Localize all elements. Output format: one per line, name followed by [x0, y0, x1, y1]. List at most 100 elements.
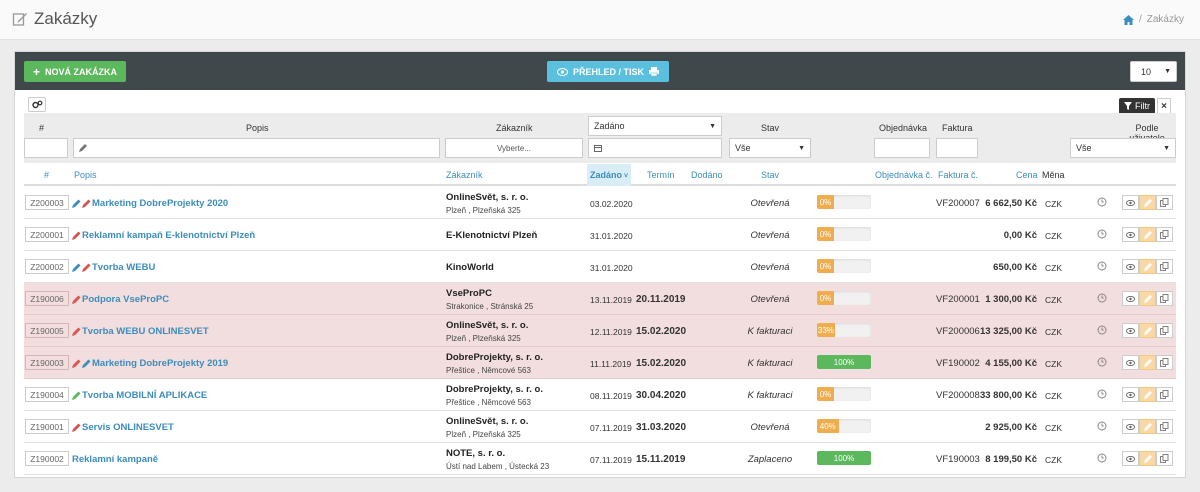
view-button[interactable]	[1122, 291, 1139, 306]
view-button[interactable]	[1122, 451, 1139, 466]
order-title-link[interactable]: Reklamní kampaň E-klenotnictví Plzeň	[72, 230, 255, 241]
filter-date-type-select[interactable]: Zadáno ▼	[588, 116, 722, 136]
table-row[interactable]: Z190001 Servis ONLINESVET OnlineSvět, s.…	[24, 411, 1176, 443]
copy-button[interactable]	[1156, 323, 1173, 338]
edit-button[interactable]	[1139, 387, 1156, 402]
copy-button[interactable]	[1156, 355, 1173, 370]
column-header-zadano[interactable]: Zadáno ˅	[587, 164, 631, 186]
edit-button[interactable]	[1139, 323, 1156, 338]
table-row[interactable]: Z190002 Reklamní kampaně NOTE, s. r. o. …	[24, 443, 1176, 475]
filter-order-input[interactable]	[874, 138, 930, 158]
clock-icon[interactable]	[1097, 453, 1107, 463]
gears-icon	[31, 100, 42, 109]
overview-print-button[interactable]: PŘEHLED / TISK	[547, 61, 670, 82]
clear-filter-button[interactable]: ×	[1157, 98, 1171, 114]
table-row[interactable]: Z190003 Marketing DobreProjekty 2019 Dob…	[24, 347, 1176, 379]
column-settings-button[interactable]	[28, 97, 46, 112]
filter-user-select[interactable]: Vše ▼	[1070, 138, 1176, 158]
table-row[interactable]: Z190004 Tvorba MOBILNÍ APLIKACE DobrePro…	[24, 379, 1176, 411]
copy-icon	[1160, 262, 1169, 271]
edit-button[interactable]	[1139, 195, 1156, 210]
clock-icon[interactable]	[1097, 421, 1107, 431]
clock-icon[interactable]	[1097, 261, 1107, 271]
view-button[interactable]	[1122, 227, 1139, 242]
copy-button[interactable]	[1156, 195, 1173, 210]
copy-button[interactable]	[1156, 387, 1173, 402]
copy-icon	[1160, 454, 1169, 463]
edit-button[interactable]	[1139, 259, 1156, 274]
progress-label: 33%	[817, 325, 834, 335]
clock-icon[interactable]	[1097, 197, 1107, 207]
column-header-popis[interactable]: Popis	[74, 170, 97, 180]
clock-icon[interactable]	[1097, 325, 1107, 335]
order-title-link[interactable]: Marketing DobreProjekty 2019	[72, 358, 228, 369]
filter-button[interactable]: Filtr	[1119, 98, 1155, 114]
home-icon[interactable]	[1122, 14, 1134, 25]
table-row[interactable]: Z190005 Tvorba WEBU ONLINESVET OnlineSvě…	[24, 315, 1176, 347]
view-button[interactable]	[1122, 259, 1139, 274]
order-code: Z200001	[25, 227, 69, 242]
currency: CZK	[1045, 423, 1062, 433]
column-header-zakaznik[interactable]: Zákazník	[446, 170, 483, 180]
clock-icon[interactable]	[1097, 293, 1107, 303]
order-title-link[interactable]: Tvorba MOBILNÍ APLIKACE	[72, 390, 207, 401]
new-order-label: NOVÁ ZAKÁZKA	[45, 66, 118, 77]
order-title-link[interactable]: Reklamní kampaně	[72, 454, 158, 465]
clock-icon[interactable]	[1097, 389, 1107, 399]
edit-button[interactable]	[1139, 227, 1156, 242]
orders-panel: + NOVÁ ZAKÁZKA PŘEHLED / TISK 10 ▼ Filtr…	[14, 51, 1186, 478]
currency: CZK	[1045, 359, 1062, 369]
order-price: 6 662,50 Kč	[985, 198, 1037, 209]
copy-button[interactable]	[1156, 259, 1173, 274]
clock-icon[interactable]	[1097, 357, 1107, 367]
table-row[interactable]: Z200001 Reklamní kampaň E-klenotnictví P…	[24, 219, 1176, 251]
pencil-icon	[1143, 326, 1152, 335]
edit-button[interactable]	[1139, 291, 1156, 306]
filter-customer-select[interactable]: Vyberte...	[445, 138, 583, 158]
view-button[interactable]	[1122, 323, 1139, 338]
view-button[interactable]	[1122, 355, 1139, 370]
customer-name: NOTE, s. r. o.	[446, 448, 506, 459]
filter-date-range-input[interactable]	[588, 138, 722, 158]
column-header-cena[interactable]: Cena	[1016, 170, 1038, 180]
edit-button[interactable]	[1139, 355, 1156, 370]
copy-button[interactable]	[1156, 227, 1173, 242]
page-size-select[interactable]: 10 ▼	[1130, 61, 1177, 82]
order-title-link[interactable]: Tvorba WEBU ONLINESVET	[72, 326, 209, 337]
new-order-button[interactable]: + NOVÁ ZAKÁZKA	[24, 61, 127, 82]
view-button[interactable]	[1122, 419, 1139, 434]
close-icon: ×	[1161, 100, 1167, 112]
view-button[interactable]	[1122, 387, 1139, 402]
filter-popis-input[interactable]	[73, 138, 440, 158]
filter-label-zakaznik: Zákazník	[496, 123, 533, 133]
column-header-termin[interactable]: Termín	[647, 170, 675, 180]
order-title-link[interactable]: Marketing DobreProjekty 2020	[72, 198, 228, 209]
column-header-num[interactable]: #	[44, 170, 49, 180]
table-row[interactable]: Z190006 Podpora VseProPC VseProPC Strako…	[24, 283, 1176, 315]
view-button[interactable]	[1122, 195, 1139, 210]
copy-button[interactable]	[1156, 451, 1173, 466]
order-title-link[interactable]: Podpora VseProPC	[72, 294, 169, 305]
eye-icon	[1126, 231, 1135, 238]
blue-pencil-icon	[72, 198, 82, 209]
filter-invoice-input[interactable]	[936, 138, 978, 158]
red-pencil-icon	[82, 198, 92, 209]
filter-num-input[interactable]	[24, 138, 68, 158]
column-header-dodano[interactable]: Dodáno	[691, 170, 723, 180]
copy-button[interactable]	[1156, 419, 1173, 434]
column-header-stav[interactable]: Stav	[761, 170, 779, 180]
edit-button[interactable]	[1139, 451, 1156, 466]
order-price: 1 300,00 Kč	[985, 294, 1037, 305]
table-row[interactable]: Z200003 Marketing DobreProjekty 2020 Onl…	[24, 187, 1176, 219]
clock-icon[interactable]	[1097, 229, 1107, 239]
filter-status-select[interactable]: Vše ▼	[729, 138, 811, 158]
copy-button[interactable]	[1156, 291, 1173, 306]
order-title-link[interactable]: Tvorba WEBU	[72, 262, 155, 273]
customer-address: Plzeň , Plzeňská 325	[446, 430, 521, 439]
order-title-link[interactable]: Servis ONLINESVET	[72, 422, 174, 433]
table-row[interactable]: Z200002 Tvorba WEBU KinoWorld 31.01.2020…	[24, 251, 1176, 283]
eye-icon	[1126, 391, 1135, 398]
column-header-objednavka[interactable]: Objednávka č.	[875, 170, 933, 180]
column-header-faktura[interactable]: Faktura č.	[938, 170, 978, 180]
edit-button[interactable]	[1139, 419, 1156, 434]
